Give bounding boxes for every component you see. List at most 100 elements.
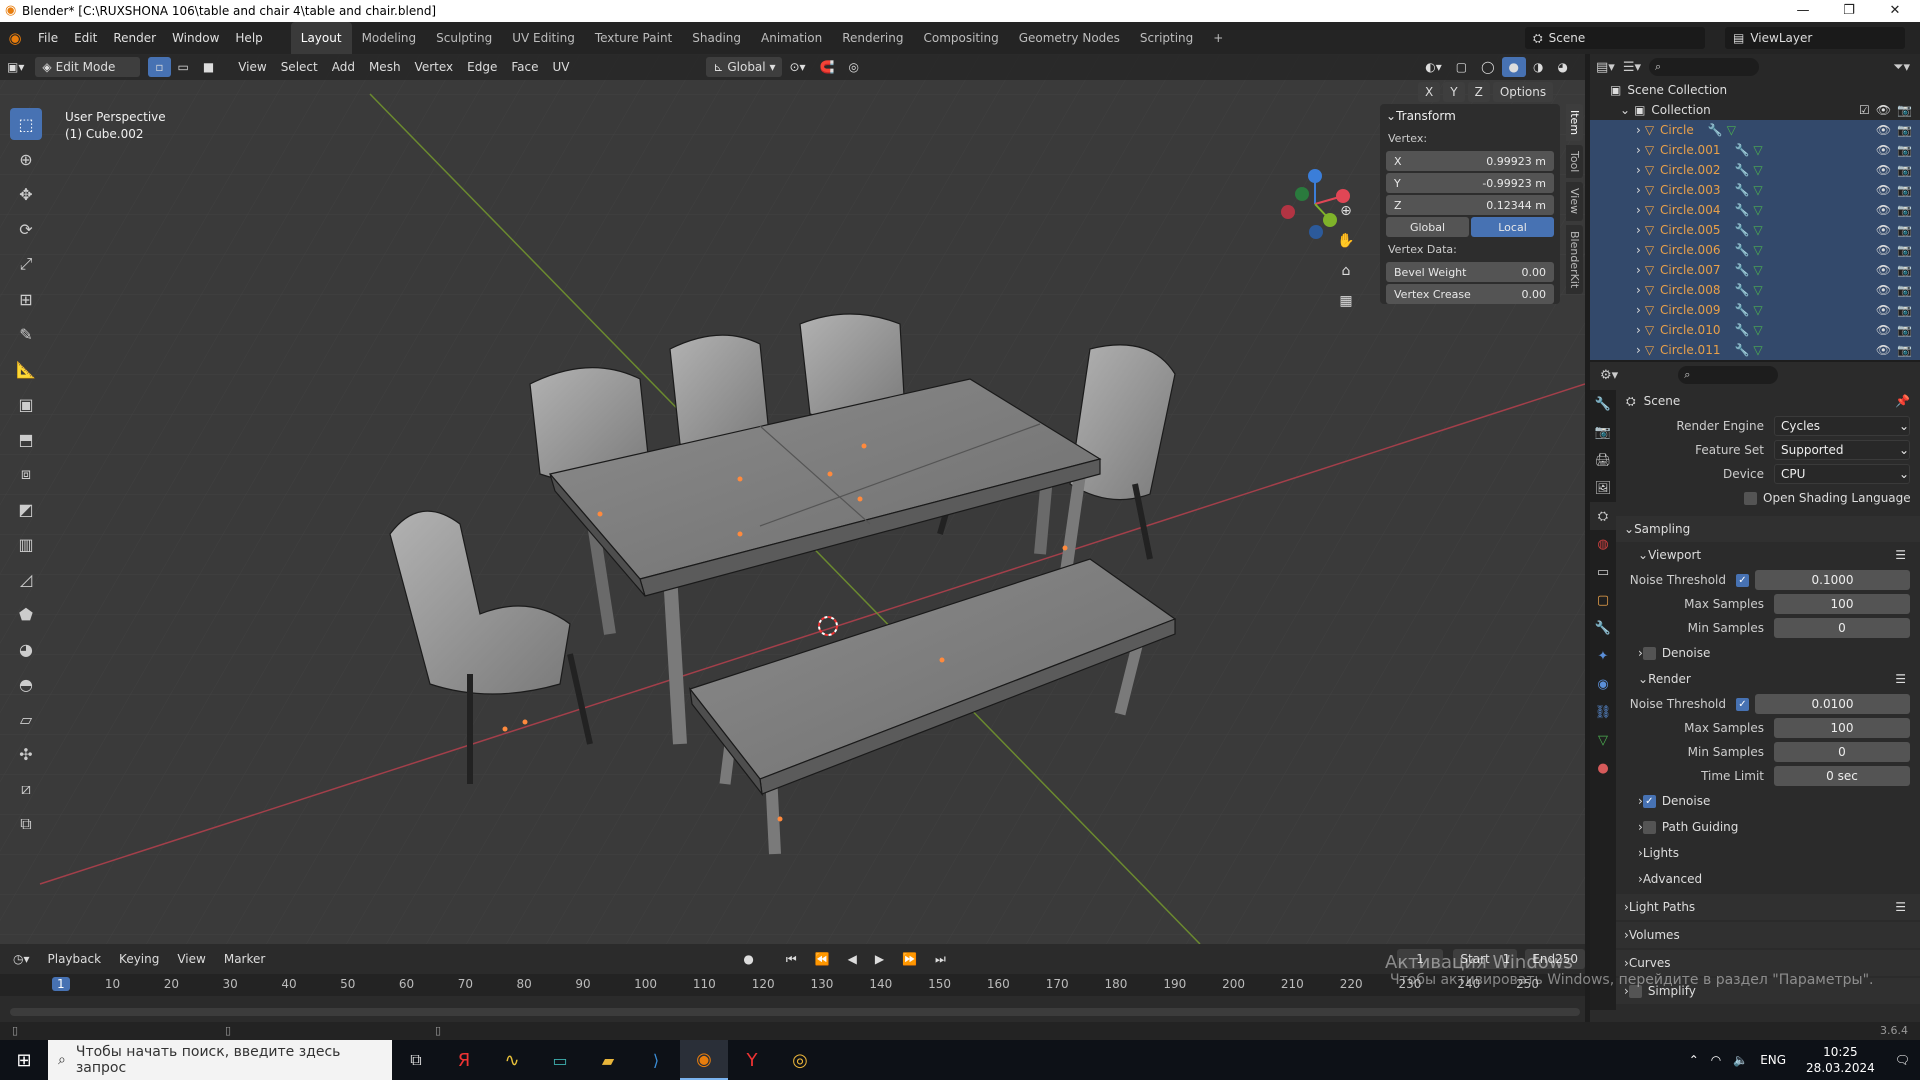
outliner-search-icon[interactable]: ⌕ xyxy=(1649,58,1759,76)
tab-sculpting[interactable]: Sculpting xyxy=(426,22,502,54)
terminal-icon[interactable]: ▭ xyxy=(536,1051,584,1070)
close-button[interactable]: ✕ xyxy=(1872,0,1918,22)
camera-icon[interactable]: 📷 xyxy=(1897,183,1912,197)
frame-tick[interactable]: 130 xyxy=(811,977,834,991)
options-button[interactable]: Options xyxy=(1492,82,1554,102)
modifier-icon[interactable]: 🔧 xyxy=(1734,263,1749,277)
timeline-scrollbar[interactable] xyxy=(10,1008,1580,1016)
frame-tick[interactable]: 90 xyxy=(575,977,590,991)
mesh-data-icon[interactable]: ▽ xyxy=(1727,123,1736,137)
list-icon[interactable]: ☰ xyxy=(1895,548,1906,562)
properties-search-icon[interactable]: ⌕ xyxy=(1678,366,1779,384)
face-select-icon[interactable]: ■ xyxy=(196,57,221,77)
timeline-view-menu[interactable]: View xyxy=(170,949,212,969)
poly-build-icon[interactable]: ⬟ xyxy=(10,598,42,630)
frame-tick[interactable]: 70 xyxy=(458,977,473,991)
lights-subsection[interactable]: Lights xyxy=(1643,846,1679,860)
frame-tick[interactable]: 150 xyxy=(928,977,951,991)
modifier-icon[interactable]: 🔧 xyxy=(1734,243,1749,257)
frame-tick[interactable]: 50 xyxy=(340,977,355,991)
overlay-icon[interactable]: ◐▾ xyxy=(1418,57,1449,77)
outliner-item[interactable]: › ▽ Circle.010 🔧 ▽ 👁 📷 xyxy=(1590,320,1920,340)
frame-tick[interactable]: 80 xyxy=(517,977,532,991)
mirror-y-toggle[interactable]: Y xyxy=(1443,82,1465,102)
outliner-item[interactable]: › ▽ Circle.003 🔧 ▽ 👁 📷 xyxy=(1590,180,1920,200)
select-box-icon[interactable]: ⬚ xyxy=(10,108,42,140)
chrome-icon[interactable]: ◎ xyxy=(776,1050,824,1071)
menu-vertex[interactable]: Vertex xyxy=(408,57,461,77)
r-noise-checkbox[interactable]: ✓ xyxy=(1736,697,1749,711)
tab-shading[interactable]: Shading xyxy=(682,22,751,54)
3d-viewport[interactable]: User Perspective (1) Cube.002 ⊕ ✋ ⌂ ▦ xyxy=(0,54,1585,944)
scene-collection-row[interactable]: ▣ Scene Collection xyxy=(1590,80,1920,100)
tab-tool[interactable]: Tool xyxy=(1566,145,1583,179)
clock[interactable]: 10:25 28.03.2024 xyxy=(1806,1044,1875,1076)
vp-noise-field[interactable]: 0.1000 xyxy=(1755,570,1910,590)
outliner-editor-icon[interactable]: ▤▾ xyxy=(1596,60,1615,75)
menu-help[interactable]: Help xyxy=(227,22,270,54)
language-indicator[interactable]: ENG xyxy=(1760,1053,1786,1067)
play-icon[interactable]: ▶ xyxy=(868,949,891,969)
tab-geometry-nodes[interactable]: Geometry Nodes xyxy=(1009,22,1130,54)
frame-tick[interactable]: 200 xyxy=(1222,977,1245,991)
file-explorer-icon[interactable]: ▰ xyxy=(584,1051,632,1070)
tool-props-icon[interactable]: 🔧 xyxy=(1590,390,1616,418)
eye-icon[interactable]: 👁 xyxy=(1876,323,1891,337)
camera-icon[interactable]: 📷 xyxy=(1897,343,1912,357)
tab-animation[interactable]: Animation xyxy=(751,22,832,54)
camera-icon[interactable]: 📷 xyxy=(1897,103,1912,117)
frame-tick[interactable]: 170 xyxy=(1046,977,1069,991)
blender-menu-icon[interactable]: ◉ xyxy=(0,29,30,47)
volume-icon[interactable]: 🔈 xyxy=(1733,1053,1748,1067)
eye-icon[interactable]: 👁 xyxy=(1876,283,1891,297)
tab-uv-editing[interactable]: UV Editing xyxy=(502,22,585,54)
vp-min-samples-field[interactable]: 0 xyxy=(1774,618,1910,638)
prev-key-icon[interactable]: ⏪ xyxy=(808,949,837,969)
rotate-icon[interactable]: ⟳ xyxy=(10,213,42,245)
scale-icon[interactable]: ⤢ xyxy=(10,248,42,280)
tab-compositing[interactable]: Compositing xyxy=(913,22,1008,54)
transform-section-title[interactable]: Transform xyxy=(1396,109,1456,123)
world-props-icon[interactable]: ◍ xyxy=(1590,530,1616,558)
r-min-samples-field[interactable]: 0 xyxy=(1774,742,1910,762)
outliner-item[interactable]: › ▽ Circle.009 🔧 ▽ 👁 📷 xyxy=(1590,300,1920,320)
viewport-canvas[interactable] xyxy=(0,54,1585,944)
mesh-data-icon[interactable]: ▽ xyxy=(1753,263,1762,277)
outliner-item[interactable]: › ▽ Circle.004 🔧 ▽ 👁 📷 xyxy=(1590,200,1920,220)
bevel-weight-field[interactable]: Bevel Weight 0.00 xyxy=(1386,262,1554,282)
outliner-item[interactable]: › ▽ Circle.007 🔧 ▽ 👁 📷 xyxy=(1590,260,1920,280)
minimize-button[interactable]: — xyxy=(1780,0,1826,22)
frame-tick[interactable]: 100 xyxy=(634,977,657,991)
camera-icon[interactable]: 📷 xyxy=(1897,143,1912,157)
volumes-section[interactable]: Volumes xyxy=(1629,928,1680,942)
frame-tick[interactable]: 40 xyxy=(281,977,296,991)
material-props-icon[interactable]: ● xyxy=(1590,754,1616,782)
cursor-icon[interactable]: ⊕ xyxy=(10,143,42,175)
modifier-icon[interactable]: 🔧 xyxy=(1734,203,1749,217)
eye-icon[interactable]: 👁 xyxy=(1876,203,1891,217)
camera-icon[interactable]: 📷 xyxy=(1897,303,1912,317)
edge-select-icon[interactable]: ▭ xyxy=(171,57,196,77)
loop-cut-icon[interactable]: ▥ xyxy=(10,528,42,560)
outliner-item[interactable]: › ▽ Circle.011 🔧 ▽ 👁 📷 xyxy=(1590,340,1920,360)
mirror-z-toggle[interactable]: Z xyxy=(1467,82,1490,102)
vertex-x-field[interactable]: X 0.99923 m xyxy=(1386,151,1554,171)
bevel-icon[interactable]: ◩ xyxy=(10,493,42,525)
outliner-item[interactable]: › ▽ Circle.002 🔧 ▽ 👁 📷 xyxy=(1590,160,1920,180)
eye-icon[interactable]: 👁 xyxy=(1876,103,1891,117)
frame-tick[interactable]: 60 xyxy=(399,977,414,991)
device-dropdown[interactable]: CPU ⌄ xyxy=(1774,464,1910,484)
menu-edit[interactable]: Edit xyxy=(66,22,105,54)
vscode-icon[interactable]: ⟩ xyxy=(632,1051,680,1070)
vertex-z-field[interactable]: Z 0.12344 m xyxy=(1386,195,1554,215)
shrink-fatten-icon[interactable]: ✣ xyxy=(10,738,42,770)
vertex-select-icon[interactable]: ▫ xyxy=(148,57,171,77)
menu-uv[interactable]: UV xyxy=(545,57,576,77)
vp-noise-checkbox[interactable]: ✓ xyxy=(1736,573,1749,587)
menu-add[interactable]: Add xyxy=(325,57,362,77)
sampling-section[interactable]: Sampling xyxy=(1634,522,1690,536)
yandex-browser-icon[interactable]: Y xyxy=(728,1050,776,1071)
mesh-data-icon[interactable]: ▽ xyxy=(1753,303,1762,317)
display-mode-icon[interactable]: ☰▾ xyxy=(1623,60,1641,75)
outliner-item[interactable]: › ▽ Circle 🔧 ▽ 👁 📷 xyxy=(1590,120,1920,140)
